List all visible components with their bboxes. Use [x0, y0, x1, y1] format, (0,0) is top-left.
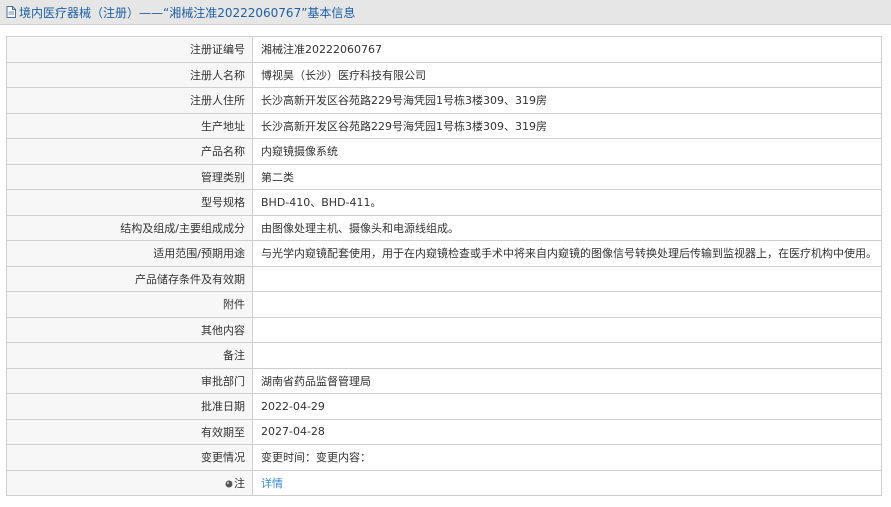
table-row: 有效期至 2027-04-28 [6, 418, 882, 445]
table-row: 产品储存条件及有效期 [6, 265, 882, 292]
field-value: 长沙高新开发区谷苑路229号海凭园1号栋3楼309、319房 [252, 112, 882, 139]
field-label: 型号规格 [6, 189, 253, 216]
table-row: 备注 [6, 342, 882, 369]
table-row: 生产地址 长沙高新开发区谷苑路229号海凭园1号栋3楼309、319房 [6, 112, 882, 139]
field-value: 由图像处理主机、摄像头和电源线组成。 [252, 214, 882, 241]
page-title: 境内医疗器械（注册）——“湘械注准20222060767”基本信息 [19, 5, 356, 20]
field-value: 2027-04-28 [252, 418, 882, 445]
field-value: 2022-04-29 [252, 393, 882, 420]
field-value: 内窥镜摄像系统 [252, 138, 882, 165]
field-label: 其他内容 [6, 316, 253, 343]
table-row: 批准日期 2022-04-29 [6, 393, 882, 420]
table-row: 变更情况 变更时间：变更内容： [6, 444, 882, 471]
table-row: 注册人名称 博视昊（长沙）医疗科技有限公司 [6, 61, 882, 88]
field-label: 产品名称 [6, 138, 253, 165]
field-value [252, 291, 882, 318]
table-row: 型号规格 BHD-410、BHD-411。 [6, 189, 882, 216]
table-row: 其他内容 [6, 316, 882, 343]
pin-icon [225, 478, 233, 488]
table-row: 附件 [6, 291, 882, 318]
field-value: 博视昊（长沙）医疗科技有限公司 [252, 61, 882, 88]
details-link[interactable]: 详情 [261, 477, 283, 490]
page-header: 境内医疗器械（注册）——“湘械注准20222060767”基本信息 [0, 0, 891, 25]
field-label: 产品储存条件及有效期 [6, 265, 253, 292]
note-label-cell: 注 [6, 469, 253, 496]
table-row: 管理类别 第二类 [6, 163, 882, 190]
field-value: 湖南省药品监督管理局 [252, 367, 882, 394]
field-label: 附件 [6, 291, 253, 318]
field-label: 有效期至 [6, 418, 253, 445]
note-value-cell: 详情 [252, 469, 882, 496]
field-label: 管理类别 [6, 163, 253, 190]
table-row: 结构及组成/主要组成成分 由图像处理主机、摄像头和电源线组成。 [6, 214, 882, 241]
field-label: 生产地址 [6, 112, 253, 139]
field-value [252, 316, 882, 343]
field-value: 与光学内窥镜配套使用，用于在内窥镜检查或手术中将来自内窥镜的图像信号转换处理后传… [252, 240, 882, 267]
field-value: 变更时间：变更内容： [252, 444, 882, 471]
table-row: 注册证编号 湘械注准20222060767 [6, 36, 882, 63]
field-label: 结构及组成/主要组成成分 [6, 214, 253, 241]
document-icon [5, 5, 17, 19]
table-row: 审批部门 湖南省药品监督管理局 [6, 367, 882, 394]
table-row: 产品名称 内窥镜摄像系统 [6, 138, 882, 165]
table-row: 注册人住所 长沙高新开发区谷苑路229号海凭园1号栋3楼309、319房 [6, 87, 882, 114]
field-value: 湘械注准20222060767 [252, 36, 882, 63]
table-row: 适用范围/预期用途 与光学内窥镜配套使用，用于在内窥镜检查或手术中将来自内窥镜的图… [6, 240, 882, 267]
field-label: 注册人住所 [6, 87, 253, 114]
field-label: 适用范围/预期用途 [6, 240, 253, 267]
field-value [252, 265, 882, 292]
field-value: 长沙高新开发区谷苑路229号海凭园1号栋3楼309、319房 [252, 87, 882, 114]
table-row-note: 注 详情 [6, 469, 882, 496]
field-label: 注册证编号 [6, 36, 253, 63]
field-label: 备注 [6, 342, 253, 369]
field-label: 批准日期 [6, 393, 253, 420]
field-value: 第二类 [252, 163, 882, 190]
info-table: 注册证编号 湘械注准20222060767 注册人名称 博视昊（长沙）医疗科技有限公司… [6, 36, 882, 496]
field-value [252, 342, 882, 369]
field-value: BHD-410、BHD-411。 [252, 189, 882, 216]
field-label: 变更情况 [6, 444, 253, 471]
note-label: 注 [234, 476, 245, 490]
field-label: 审批部门 [6, 367, 253, 394]
field-label: 注册人名称 [6, 61, 253, 88]
